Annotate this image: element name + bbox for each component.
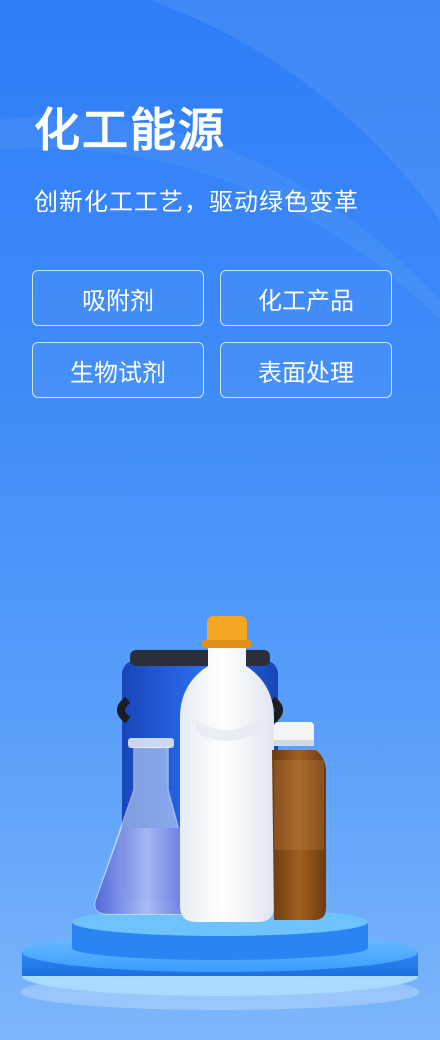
tag-biological-reagents[interactable]: 生物试剂 — [32, 342, 204, 398]
tag-chemical-products[interactable]: 化工产品 — [220, 270, 392, 326]
amber-bottle-icon — [272, 722, 326, 920]
podium-icon — [20, 908, 420, 1010]
tag-adsorbent[interactable]: 吸附剂 — [32, 270, 204, 326]
page-title: 化工能源 — [34, 103, 226, 157]
page-subtitle: 创新化工工艺，驱动绿色变革 — [34, 188, 359, 216]
product-illustration — [20, 616, 420, 1010]
tag-surface-treatment[interactable]: 表面处理 — [220, 342, 392, 398]
category-tags: 吸附剂 化工产品 生物试剂 表面处理 — [32, 270, 392, 398]
